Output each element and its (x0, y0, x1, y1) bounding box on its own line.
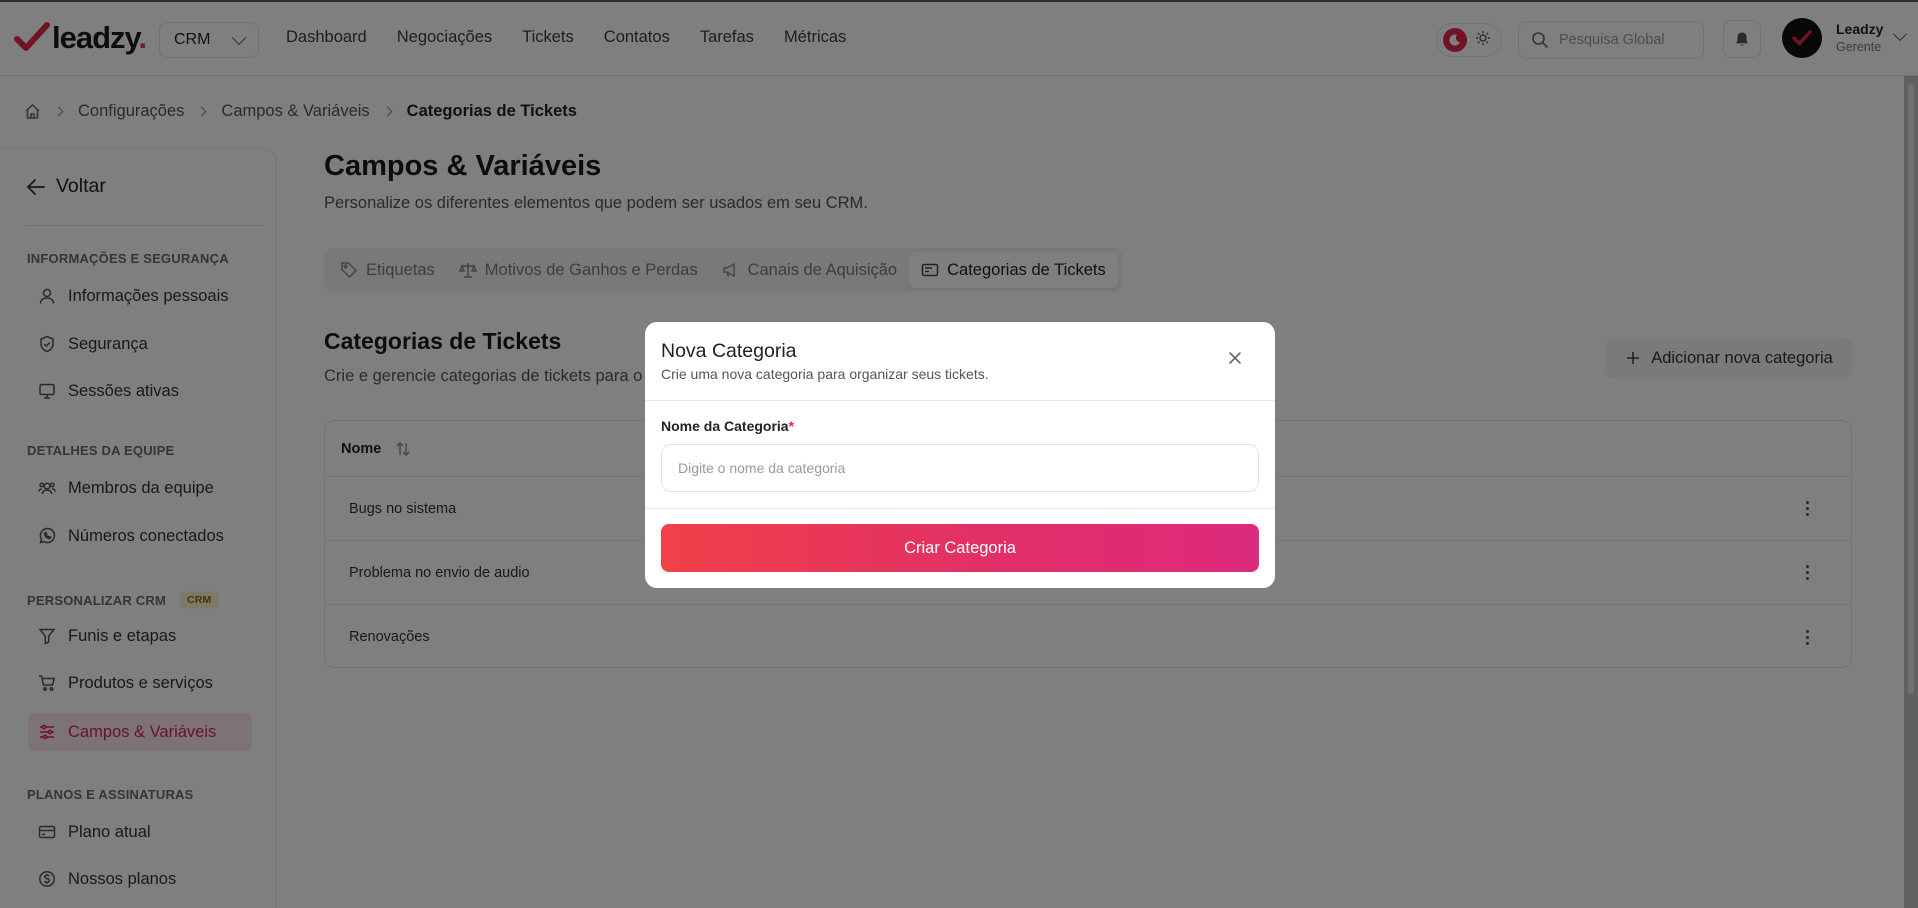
new-category-dialog: Nova Categoria Crie uma nova categoria p… (645, 322, 1275, 588)
category-name-input[interactable] (661, 444, 1259, 492)
divider (645, 400, 1275, 401)
dialog-subtitle: Crie uma nova categoria para organizar s… (661, 366, 989, 382)
divider (645, 508, 1275, 509)
dialog-title: Nova Categoria (661, 340, 797, 362)
create-category-button[interactable]: Criar Categoria (661, 524, 1259, 572)
scrollbar-thumb[interactable] (1908, 84, 1914, 694)
category-name-label: Nome da Categoria* (661, 418, 795, 434)
close-icon[interactable] (1227, 350, 1243, 366)
focus-highlight: Criar Categoria (655, 518, 1265, 578)
page-scrollbar[interactable] (1904, 76, 1918, 908)
